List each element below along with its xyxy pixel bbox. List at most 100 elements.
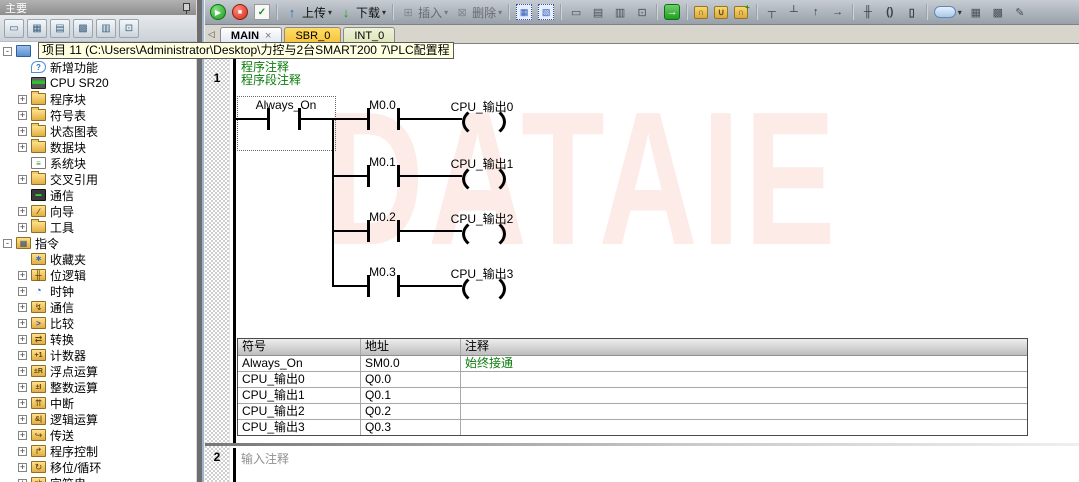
toolbar-button[interactable]: ↑ 上传 ▾ <box>282 3 334 22</box>
tree-item[interactable]: + 工具 <box>0 219 196 235</box>
expand-toggle-icon[interactable]: + <box>18 174 27 184</box>
toolbar-button[interactable]: () ▾ <box>880 3 900 21</box>
toolbar-button[interactable]: ▧ ▾ <box>536 3 556 21</box>
tree-item[interactable]: + 交叉引用 <box>0 171 196 187</box>
toolbar-button[interactable]: ↓ 下载 ▾ <box>336 3 388 22</box>
tree-item[interactable]: 通信 <box>0 187 196 203</box>
expand-toggle-icon[interactable]: + <box>18 94 27 104</box>
tree-item[interactable]: + 中断 <box>0 395 196 411</box>
editor-tab[interactable]: SBR_0 <box>284 27 342 43</box>
tree-item[interactable]: + 计数器 <box>0 347 196 363</box>
tree-item[interactable]: + 程序块 <box>0 91 196 107</box>
contact-symbol[interactable] <box>367 165 370 187</box>
expand-toggle-icon[interactable]: + <box>18 430 27 440</box>
toolbar-button[interactable]: ▶ ▾ <box>208 3 228 21</box>
tree-item[interactable]: + 字符串 <box>0 475 196 482</box>
toolbar-button[interactable]: ▾ <box>925 4 928 20</box>
coil-operand[interactable]: CPU_输出1 <box>432 155 532 172</box>
toolbar-button[interactable]: ✓ ▾ <box>252 3 272 21</box>
tree-item[interactable]: 新增功能 <box>0 59 196 75</box>
dropdown-arrow-icon[interactable]: ▾ <box>328 8 332 17</box>
tree-item[interactable]: + 比较 <box>0 315 196 331</box>
expand-toggle-icon[interactable]: + <box>18 302 27 312</box>
dropdown-arrow-icon[interactable]: ▾ <box>382 8 386 17</box>
view-toolbar-icon[interactable]: ▥ <box>96 18 116 38</box>
expand-toggle-icon[interactable]: + <box>18 350 27 360</box>
coil-operand[interactable]: CPU_输出2 <box>432 210 532 227</box>
expand-toggle-icon[interactable]: - <box>3 238 12 248</box>
view-toolbar-icon[interactable]: ▩ <box>73 18 93 38</box>
symbol-table-row[interactable]: CPU_输出3 Q0.3 <box>238 420 1027 435</box>
toolbar-button[interactable]: ⊠ 删除 ▾ <box>452 3 504 22</box>
expand-toggle-icon[interactable]: + <box>18 414 27 424</box>
pin-icon[interactable] <box>181 2 191 14</box>
toolbar-button[interactable]: → ▾ <box>828 3 848 21</box>
dropdown-arrow-icon[interactable]: ▾ <box>444 8 448 17</box>
expand-toggle-icon[interactable]: + <box>18 222 27 232</box>
tree-item[interactable]: - 指令 <box>0 235 196 251</box>
tree-item[interactable]: + 状态图表 <box>0 123 196 139</box>
toolbar-button[interactable]: ▾ <box>686 4 689 20</box>
tree-item[interactable]: + 逻辑运算 <box>0 411 196 427</box>
toolbar-button[interactable]: ▾ <box>276 4 278 20</box>
toolbar-button[interactable]: ▤ ▾ <box>588 3 608 21</box>
tree-item[interactable]: + 数据块 <box>0 139 196 155</box>
dropdown-arrow-icon[interactable]: ▾ <box>958 8 962 17</box>
dropdown-arrow-icon[interactable]: ▾ <box>498 8 502 17</box>
toolbar-button[interactable]: ▭ ▾ <box>566 3 586 21</box>
toolbar-button[interactable]: ✎ ▾ <box>1010 3 1030 21</box>
coil-operand[interactable]: CPU_输出3 <box>432 265 532 282</box>
toolbar-button[interactable]: ▾ <box>851 4 854 20</box>
expand-toggle-icon[interactable]: + <box>18 446 27 456</box>
expand-toggle-icon[interactable]: + <box>18 110 27 120</box>
contact-symbol[interactable] <box>367 108 370 130</box>
toolbar-button[interactable]: ▦ ▾ <box>514 3 534 21</box>
expand-toggle-icon[interactable]: + <box>18 478 27 482</box>
toolbar-button[interactable]: ┴ ▾ <box>784 3 804 21</box>
toolbar-button[interactable]: ▾ <box>755 4 758 20</box>
toolbar-button[interactable]: ⊡ ▾ <box>632 3 652 21</box>
symbol-table-row[interactable]: CPU_输出2 Q0.2 <box>238 404 1027 420</box>
tree-item[interactable]: + 通信 <box>0 299 196 315</box>
expand-toggle-icon[interactable]: + <box>18 318 27 328</box>
expand-toggle-icon[interactable]: + <box>18 462 27 472</box>
toolbar-button[interactable]: ∩ + ▾ <box>732 3 752 20</box>
tree-item[interactable]: + 浮点运算 <box>0 363 196 379</box>
network-2-comment-placeholder[interactable]: 输入注释 <box>241 450 289 467</box>
expand-toggle-icon[interactable]: + <box>18 126 27 136</box>
coil-operand[interactable]: CPU_输出0 <box>432 98 532 115</box>
panel-splitter[interactable] <box>196 0 205 482</box>
expand-toggle-icon[interactable]: + <box>18 142 27 152</box>
toolbar-button[interactable]: ↑ ▾ <box>806 3 826 21</box>
tab-scroll-back-icon[interactable]: ◁ <box>208 29 215 40</box>
contact-operand[interactable]: Always_On <box>248 98 324 112</box>
toolbar-button[interactable]: ∪ ▾ <box>712 5 730 20</box>
symbol-table-row[interactable]: Always_On SM0.0 始终接通 <box>238 356 1027 372</box>
tree-item[interactable]: + 程序控制 <box>0 443 196 459</box>
contact-symbol[interactable] <box>367 275 370 297</box>
toolbar-button[interactable]: ▾ <box>392 4 395 20</box>
view-toolbar-icon[interactable]: ▦ <box>27 18 47 38</box>
toolbar-button[interactable]: ▾ <box>560 4 563 20</box>
view-toolbar-icon[interactable]: ▤ <box>50 18 70 38</box>
contact-symbol[interactable] <box>367 220 370 242</box>
contact-operand[interactable]: M0.1 <box>345 155 420 169</box>
expand-toggle-icon[interactable]: + <box>18 286 27 296</box>
expand-toggle-icon[interactable]: + <box>18 398 27 408</box>
tree-item[interactable]: + 转换 <box>0 331 196 347</box>
tree-item[interactable]: + 位逻辑 <box>0 267 196 283</box>
toolbar-button[interactable]: ▥ ▾ <box>610 3 630 21</box>
tree-item[interactable]: 系统块 <box>0 155 196 171</box>
contact-operand[interactable]: M0.0 <box>345 98 420 112</box>
tree-item[interactable]: + 传送 <box>0 427 196 443</box>
tree-item[interactable]: + 整数运算 <box>0 379 196 395</box>
symbol-table-row[interactable]: CPU_输出0 Q0.0 <box>238 372 1027 388</box>
tree-item[interactable]: + 向导 <box>0 203 196 219</box>
tree-item[interactable]: + 时钟 <box>0 283 196 299</box>
view-toolbar-icon[interactable]: ⊡ <box>119 18 139 38</box>
toolbar-button[interactable]: ■ ▾ <box>230 3 250 21</box>
tab-close-icon[interactable]: × <box>265 30 271 42</box>
toolbar-button[interactable]: ╫ ▾ <box>858 3 878 21</box>
toolbar-button[interactable]: ⊞ 插入 ▾ <box>398 3 450 22</box>
expand-toggle-icon[interactable]: + <box>18 382 27 392</box>
